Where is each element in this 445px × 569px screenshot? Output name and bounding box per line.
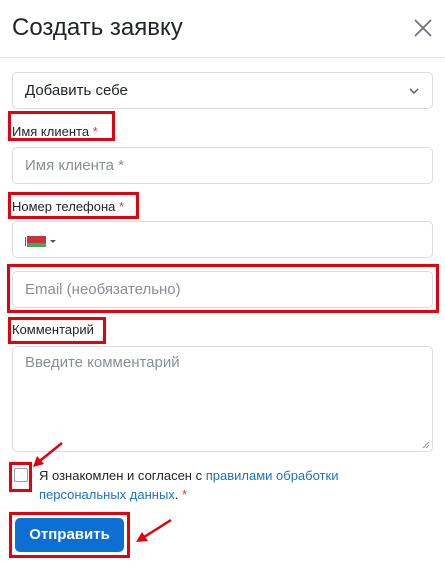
email-input[interactable]: Email (необязательно) bbox=[12, 271, 433, 308]
email-placeholder: Email (необязательно) bbox=[25, 281, 181, 298]
phone-input[interactable] bbox=[12, 221, 433, 258]
modal-header: Создать заявку bbox=[0, 0, 445, 58]
comment-placeholder: Введите комментарий bbox=[25, 354, 180, 371]
highlight-comment-label bbox=[8, 317, 106, 344]
arrow-icon bbox=[33, 442, 63, 467]
client-name-input[interactable]: Имя клиента * bbox=[12, 147, 433, 184]
assign-select-value: Добавить себе bbox=[25, 82, 128, 99]
assign-select[interactable]: Добавить себе bbox=[12, 72, 433, 109]
arrow-icon bbox=[136, 518, 172, 542]
country-dropdown-caret-icon[interactable] bbox=[50, 240, 56, 243]
highlight-consent-checkbox bbox=[9, 462, 32, 492]
chevron-down-icon bbox=[409, 88, 419, 94]
consent-text: Я ознакомлен и согласен с правилами обра… bbox=[39, 468, 339, 502]
belarus-flag-icon[interactable] bbox=[24, 236, 46, 247]
modal-title: Создать заявку bbox=[12, 14, 183, 41]
close-icon[interactable] bbox=[412, 17, 434, 39]
highlight-client-name-label bbox=[8, 111, 115, 141]
submit-button[interactable]: Отправить bbox=[15, 518, 124, 552]
comment-textarea[interactable]: Введите комментарий bbox=[12, 346, 433, 452]
resize-handle-icon[interactable] bbox=[422, 441, 430, 449]
client-name-placeholder: Имя клиента * bbox=[25, 157, 124, 174]
highlight-phone-label bbox=[8, 192, 139, 219]
